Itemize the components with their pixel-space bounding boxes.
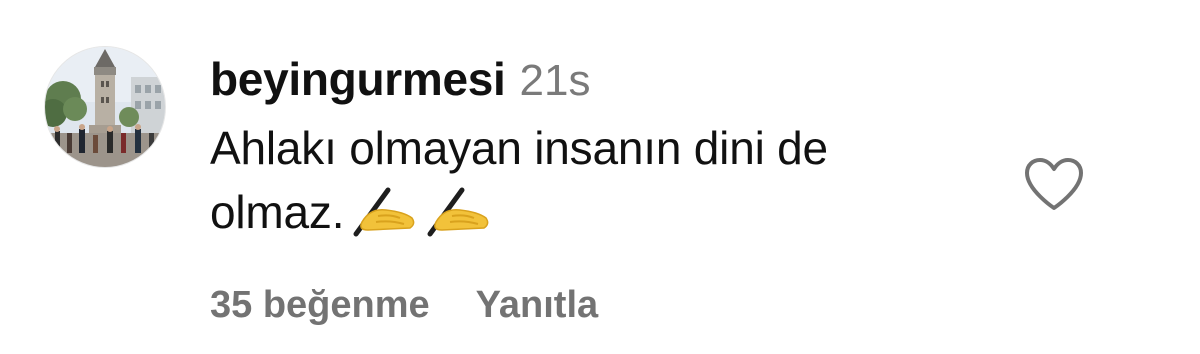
comment-body: beyingurmesi 21s Ahlakı olmayan insanın … [210,52,1010,244]
avatar[interactable] [44,46,166,168]
like-button[interactable] [1022,156,1086,212]
reply-button[interactable]: Yanıtla [476,284,599,327]
writing-hand-emoji-icon [348,184,418,238]
comment-header: beyingurmesi 21s [210,52,1010,108]
heart-outline-icon [1025,158,1083,210]
comment-actions: 35 beğenme Yanıtla [210,284,598,327]
comment-text-container: Ahlakı olmayan insanın dini de olmaz. [210,116,950,244]
comment-item: beyingurmesi 21s Ahlakı olmayan insanın … [0,0,1200,354]
writing-hand-emoji-icon [422,184,492,238]
comment-text: Ahlakı olmayan insanın dini de olmaz. [210,122,828,238]
username-link[interactable]: beyingurmesi [210,52,506,106]
timestamp[interactable]: 21s [520,56,591,106]
galata-tower-photo-icon [45,47,165,167]
likes-count-button[interactable]: 35 beğenme [210,284,430,327]
